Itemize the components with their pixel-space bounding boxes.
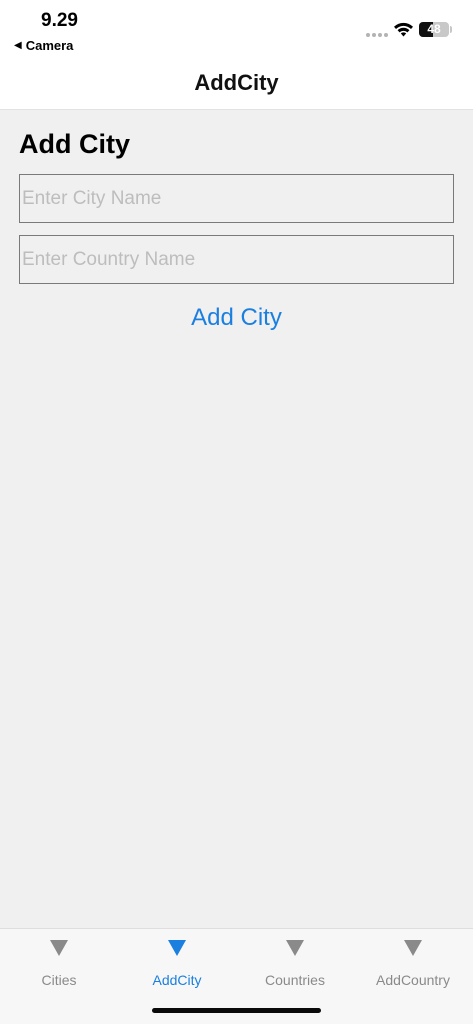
triangle-down-icon — [168, 940, 186, 956]
triangle-down-icon — [404, 940, 422, 956]
tab-countries[interactable]: Countries — [236, 929, 354, 999]
tab-label: Cities — [41, 972, 77, 988]
triangle-down-icon — [286, 940, 304, 956]
tab-cities[interactable]: Cities — [0, 929, 118, 999]
wifi-icon — [394, 22, 413, 37]
nav-title: AddCity — [194, 70, 279, 95]
status-time: 9.29 — [41, 10, 78, 31]
triangle-down-icon — [50, 940, 68, 956]
back-arrow-icon: ◀ — [14, 40, 22, 51]
status-bar: 9.29 ◀ Camera 48 — [0, 0, 473, 60]
cellular-signal-icon — [366, 33, 388, 37]
page-heading: Add City — [19, 129, 130, 159]
screen: 9.29 ◀ Camera 48 AddCity Add City Add Ci… — [0, 0, 473, 1024]
home-indicator[interactable] — [152, 1008, 321, 1013]
tab-label: Countries — [265, 972, 325, 988]
battery-level: 48 — [427, 22, 441, 36]
tab-addcity[interactable]: AddCity — [118, 929, 236, 999]
tab-addcountry[interactable]: AddCountry — [354, 929, 472, 999]
battery-tip — [450, 26, 452, 33]
city-name-input[interactable] — [19, 174, 454, 223]
nav-header: AddCity — [0, 60, 473, 110]
back-to-app-link[interactable]: ◀ Camera — [14, 38, 73, 53]
battery-icon: 48 — [419, 22, 449, 37]
tab-label: AddCountry — [376, 972, 450, 988]
country-name-input[interactable] — [19, 235, 454, 284]
add-city-button[interactable]: Add City — [0, 304, 473, 332]
tab-label: AddCity — [152, 972, 202, 988]
back-app-label: Camera — [25, 38, 74, 53]
